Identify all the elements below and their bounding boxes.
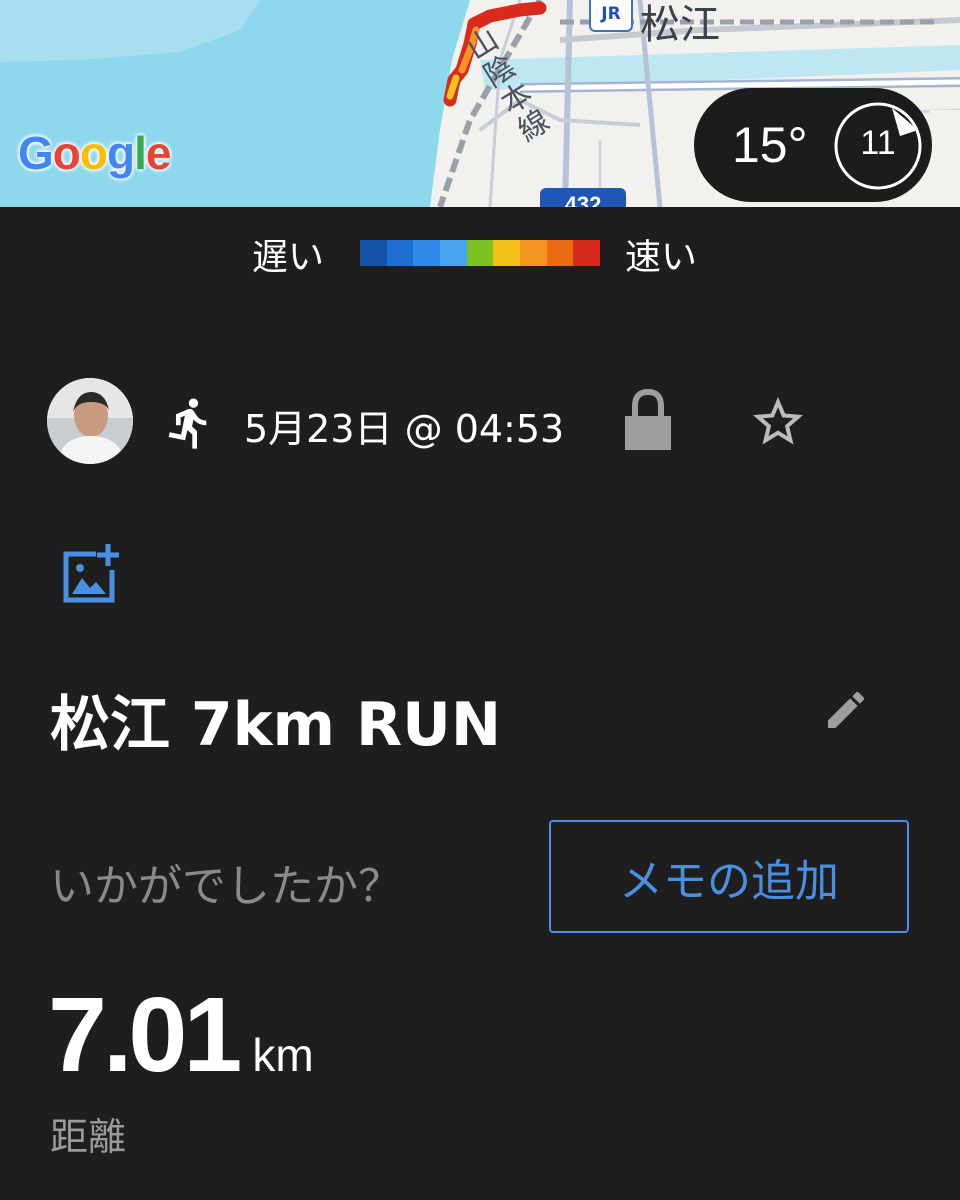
avatar-image	[47, 378, 133, 464]
pace-color-swatch	[413, 240, 441, 266]
google-letter: o	[79, 127, 108, 179]
activity-datetime: 5月23日 @ 04:53	[244, 407, 565, 451]
distance-value: 7.01	[48, 976, 242, 1094]
add-photo-icon[interactable]	[60, 544, 126, 606]
pace-color-swatch	[573, 240, 601, 266]
wind-speed-value: 11	[860, 124, 896, 162]
google-letter: G	[18, 127, 54, 179]
station-label: 松江	[640, 2, 720, 48]
google-letter: e	[145, 127, 172, 179]
weather-widget: 15° 11	[694, 88, 932, 202]
pace-color-swatch	[493, 240, 521, 266]
favorite-star-icon[interactable]	[748, 392, 808, 452]
legend-slow-label: 遅い	[252, 237, 325, 278]
activity-title: 松江 7km RUN	[50, 690, 502, 760]
avatar[interactable]	[47, 378, 133, 464]
distance-label: 距離	[50, 1115, 127, 1159]
pace-color-swatch	[466, 240, 494, 266]
pace-legend: 遅い 速い	[0, 228, 960, 278]
pace-color-swatch	[360, 240, 387, 266]
pace-color-swatch	[520, 240, 547, 266]
distance-stat: 7.01 km	[48, 975, 314, 1096]
route-number-label: 432	[565, 192, 602, 207]
temperature-value: 15°	[732, 117, 808, 173]
distance-unit: km	[252, 1029, 314, 1081]
jr-station-icon: JR	[589, 0, 633, 32]
google-logo: Google	[18, 126, 172, 180]
lock-icon[interactable]	[623, 388, 673, 452]
pace-color-swatch	[546, 240, 574, 266]
feedback-prompt: いかがでしたか？	[50, 861, 402, 912]
legend-fast-label: 速い	[625, 237, 698, 278]
google-letter: g	[107, 127, 135, 179]
edit-pencil-icon[interactable]	[822, 686, 870, 734]
running-icon	[168, 398, 207, 449]
google-letter: o	[52, 127, 81, 179]
pace-color-swatch	[440, 240, 467, 266]
pace-color-bar	[360, 240, 601, 266]
route-map[interactable]: 432 JR 松江 山陰本線 Google 15° 11	[0, 0, 960, 207]
add-memo-button[interactable]: メモの追加	[549, 820, 909, 933]
google-letter: l	[134, 127, 147, 179]
pace-color-swatch	[386, 240, 414, 266]
